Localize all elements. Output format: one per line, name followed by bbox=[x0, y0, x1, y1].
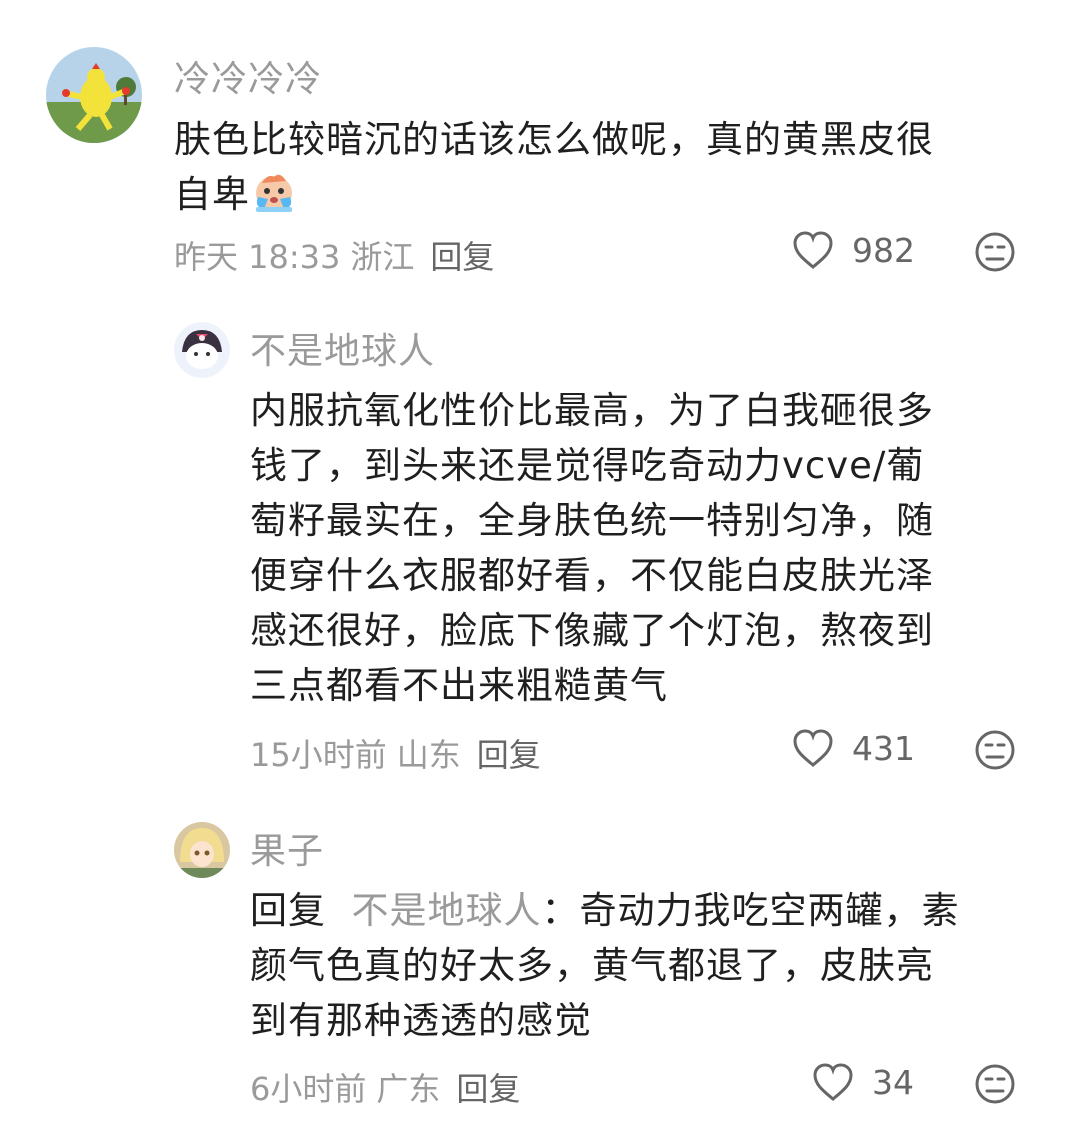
avatar[interactable] bbox=[46, 47, 142, 143]
reply-button[interactable]: 回复 bbox=[477, 736, 541, 774]
heart-outline-icon bbox=[793, 729, 833, 767]
comment-text: 内服抗氧化性价比最高，为了白我砸很多 钱了，到头来还是觉得吃奇动力vcve/葡 … bbox=[250, 389, 934, 707]
location: 浙江 bbox=[350, 238, 415, 276]
location: 广东 bbox=[376, 1070, 441, 1108]
comment-meta: 15小时前 山东 回复 bbox=[250, 730, 551, 776]
crying-face-emoji bbox=[250, 167, 298, 215]
timestamp: 昨天 18:33 bbox=[174, 238, 341, 276]
like-count: 34 bbox=[872, 1062, 914, 1102]
comment-text: 肤色比较暗沉的话该怎么做呢，真的黄黑皮很 自卑 bbox=[174, 118, 934, 216]
like-count: 431 bbox=[852, 728, 915, 768]
meh-face-icon bbox=[975, 730, 1015, 770]
heart-outline-icon bbox=[793, 231, 833, 269]
timestamp: 15小时前 bbox=[250, 736, 387, 774]
dislike-button[interactable] bbox=[974, 729, 1016, 775]
comment-text: 回复 不是地球人：奇动力我吃空两罐，素 颜气色真的好太多，黄气都退了，皮肤亮 到… bbox=[250, 889, 960, 1042]
like-button[interactable]: 34 bbox=[812, 1062, 914, 1102]
like-button[interactable]: 982 bbox=[792, 230, 915, 270]
timestamp: 6小时前 bbox=[250, 1070, 367, 1108]
comment-meta: 6小时前 广东 回复 bbox=[250, 1064, 530, 1110]
heart-outline-icon bbox=[813, 1063, 853, 1101]
reply-button[interactable]: 回复 bbox=[456, 1070, 520, 1108]
location: 山东 bbox=[396, 736, 461, 774]
reply-button[interactable]: 回复 bbox=[430, 238, 494, 276]
reply-prefix: 回复 bbox=[250, 889, 326, 932]
username[interactable]: 果子 bbox=[250, 822, 324, 874]
dislike-button[interactable] bbox=[974, 231, 1016, 277]
dislike-button[interactable] bbox=[974, 1063, 1016, 1109]
comment-meta: 昨天 18:33 浙江 回复 bbox=[174, 232, 504, 278]
meh-face-icon bbox=[975, 1064, 1015, 1104]
username[interactable]: 冷冷冷冷 bbox=[174, 50, 322, 102]
meh-face-icon bbox=[975, 232, 1015, 272]
like-button[interactable]: 431 bbox=[792, 728, 915, 768]
avatar[interactable] bbox=[174, 322, 230, 378]
like-count: 982 bbox=[852, 230, 915, 270]
avatar[interactable] bbox=[174, 822, 230, 878]
reply-target-username[interactable]: 不是地球人 bbox=[352, 889, 542, 932]
username[interactable]: 不是地球人 bbox=[250, 322, 435, 374]
